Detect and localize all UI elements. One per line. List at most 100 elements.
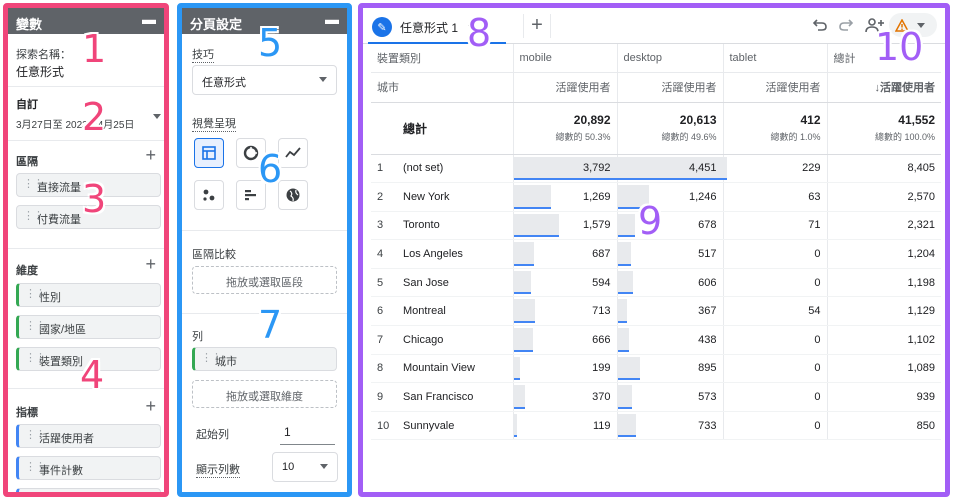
add-dimension-icon[interactable]: + bbox=[145, 254, 156, 275]
add-segment-icon[interactable]: + bbox=[145, 145, 156, 166]
cell-value: 606 bbox=[698, 276, 717, 289]
row-dimension-dropzone[interactable]: 拖放或選取維度 bbox=[192, 380, 337, 408]
heat-bar bbox=[617, 413, 636, 438]
divider bbox=[8, 86, 164, 87]
table-row[interactable]: 6 Montreal 713 367 54 1,129 bbox=[371, 296, 941, 327]
undo-icon[interactable] bbox=[809, 14, 831, 36]
drag-handle-icon[interactable]: ⋮⋮ bbox=[23, 177, 44, 190]
cell-tablet: 0 bbox=[722, 239, 827, 269]
table-row[interactable]: 10 Sunnyvale 119 733 0 850 bbox=[371, 411, 941, 441]
total-value: 20,613 bbox=[679, 113, 717, 127]
total-cell: 412 總數的 1.0% bbox=[722, 102, 827, 155]
row-index: 3 bbox=[371, 211, 397, 241]
segment-dropzone[interactable]: 拖放或選取區段 bbox=[192, 266, 337, 294]
table-row[interactable]: 1 (not set) 3,792 4,451 229 8,405 bbox=[371, 154, 941, 184]
drag-handle-icon[interactable]: ⋮⋮ bbox=[25, 428, 46, 441]
technique-select[interactable]: 任意形式 bbox=[192, 65, 337, 95]
table-viz-button[interactable] bbox=[194, 138, 224, 168]
column-header-tablet[interactable]: tablet bbox=[722, 44, 827, 73]
cell-mobile: 687 bbox=[512, 239, 617, 269]
cell-value: 895 bbox=[698, 362, 717, 375]
row-index: 2 bbox=[371, 182, 397, 212]
cell-value: 850 bbox=[916, 419, 935, 432]
cell-value: 678 bbox=[698, 219, 717, 232]
globe-icon bbox=[286, 188, 300, 202]
minimize-icon[interactable]: ▬ bbox=[325, 11, 339, 27]
exploration-name-field[interactable]: 任意形式 bbox=[16, 63, 64, 80]
metric-header[interactable]: 活躍使用者 bbox=[616, 72, 723, 103]
table-row[interactable]: 4 Los Angeles 687 517 0 1,204 bbox=[371, 239, 941, 269]
cell-value: Mountain View bbox=[403, 362, 475, 375]
metric-header[interactable]: 活躍使用者 bbox=[512, 72, 617, 103]
metric-chip[interactable]: ⋮⋮ 事件計數 bbox=[16, 456, 161, 480]
start-row-input[interactable]: 1 bbox=[280, 421, 335, 445]
metric-header-sorted[interactable]: ↓活躍使用者 bbox=[826, 72, 941, 103]
metric-chip[interactable]: ⋮⋮ 活躍使用者 bbox=[16, 424, 161, 448]
line-viz-button[interactable] bbox=[278, 138, 308, 168]
metric-header-row: 城市 活躍使用者 活躍使用者 活躍使用者 ↓活躍使用者 bbox=[371, 72, 941, 103]
minimize-icon[interactable]: ▬ bbox=[142, 11, 156, 27]
metric-header[interactable]: 活躍使用者 bbox=[722, 72, 827, 103]
cell-total: 2,321 bbox=[826, 211, 941, 241]
row-city: Mountain View bbox=[397, 354, 513, 384]
drag-handle-icon[interactable]: ⋮⋮ bbox=[23, 209, 44, 222]
dimension-chip[interactable]: ⋮⋮ 性別 bbox=[16, 283, 161, 307]
city-header[interactable]: 城市 bbox=[371, 72, 513, 103]
total-value: 20,892 bbox=[573, 113, 611, 127]
cell-value: 9 bbox=[377, 391, 384, 404]
drag-handle-icon[interactable]: ⋮⋮ bbox=[25, 351, 46, 364]
row-index: 1 bbox=[371, 154, 397, 184]
scatter-viz-button[interactable] bbox=[194, 180, 224, 210]
table-row[interactable]: 7 Chicago 666 438 0 1,102 bbox=[371, 325, 941, 355]
cell-value: 4 bbox=[377, 248, 384, 261]
annotation-number: 10 bbox=[875, 25, 924, 69]
cell-total: 1,102 bbox=[826, 325, 941, 355]
cell-tablet: 54 bbox=[722, 296, 827, 327]
cell-total: 939 bbox=[826, 382, 941, 412]
heat-bar bbox=[617, 328, 629, 352]
chevron-down-icon bbox=[320, 464, 328, 469]
cell-value: Los Angeles bbox=[403, 248, 463, 261]
show-rows-select[interactable]: 10 bbox=[272, 452, 338, 482]
cell-value: 517 bbox=[698, 248, 717, 261]
add-tab-button[interactable]: + bbox=[523, 14, 551, 38]
cell-value: Chicago bbox=[403, 333, 444, 346]
table-row[interactable]: 5 San Jose 594 606 0 1,198 bbox=[371, 268, 941, 298]
cell-value: 1,089 bbox=[907, 362, 935, 375]
row-index: 7 bbox=[371, 325, 397, 355]
exploration-name-label: 探索名稱： bbox=[16, 49, 71, 61]
cell-value: 54 bbox=[808, 305, 821, 318]
chevron-down-icon bbox=[153, 114, 161, 119]
cell-desktop: 733 bbox=[616, 411, 723, 441]
table-row[interactable]: 9 San Francisco 370 573 0 939 bbox=[371, 382, 941, 412]
table-row[interactable]: 8 Mountain View 199 895 0 1,089 bbox=[371, 354, 941, 384]
cell-mobile: 3,792 bbox=[512, 154, 623, 184]
row-city: (not set) bbox=[397, 154, 513, 184]
cell-value: 0 bbox=[814, 333, 821, 346]
device-category-header[interactable]: 裝置類別 bbox=[371, 44, 513, 73]
column-header-desktop[interactable]: desktop bbox=[616, 44, 723, 73]
metric-chip[interactable] bbox=[16, 488, 161, 492]
metric-label: 活躍使用者 bbox=[39, 433, 94, 445]
cell-tablet: 0 bbox=[722, 411, 827, 441]
cell-tablet: 71 bbox=[722, 211, 827, 241]
geo-map-viz-button[interactable] bbox=[278, 180, 308, 210]
heat-bar bbox=[617, 356, 640, 381]
totals-row: 總計 20,892 總數的 50.3% 20,613 總數的 49.6% 412 總數… bbox=[371, 102, 941, 155]
redo-icon[interactable] bbox=[835, 14, 857, 36]
drag-handle-icon[interactable]: ⋮⋮ bbox=[201, 351, 222, 364]
column-header-mobile[interactable]: mobile bbox=[512, 44, 617, 73]
cell-value: 370 bbox=[592, 391, 611, 404]
drag-handle-icon[interactable]: ⋮⋮ bbox=[25, 287, 46, 300]
add-metric-icon[interactable]: + bbox=[145, 396, 156, 417]
drag-handle-icon[interactable]: ⋮⋮ bbox=[25, 319, 46, 332]
row-city: San Francisco bbox=[397, 382, 513, 412]
cell-value: Toronto bbox=[403, 219, 440, 232]
drag-handle-icon[interactable]: ⋮⋮ bbox=[25, 460, 46, 473]
heat-bar bbox=[513, 385, 525, 409]
row-dimension-chip[interactable]: ⋮⋮ 城市 bbox=[192, 347, 337, 371]
heat-bar bbox=[513, 299, 535, 324]
dimension-chip[interactable]: ⋮⋮ 國家/地區 bbox=[16, 315, 161, 339]
cell-mobile: 1,269 bbox=[512, 182, 617, 212]
cell-value: 666 bbox=[592, 333, 611, 346]
